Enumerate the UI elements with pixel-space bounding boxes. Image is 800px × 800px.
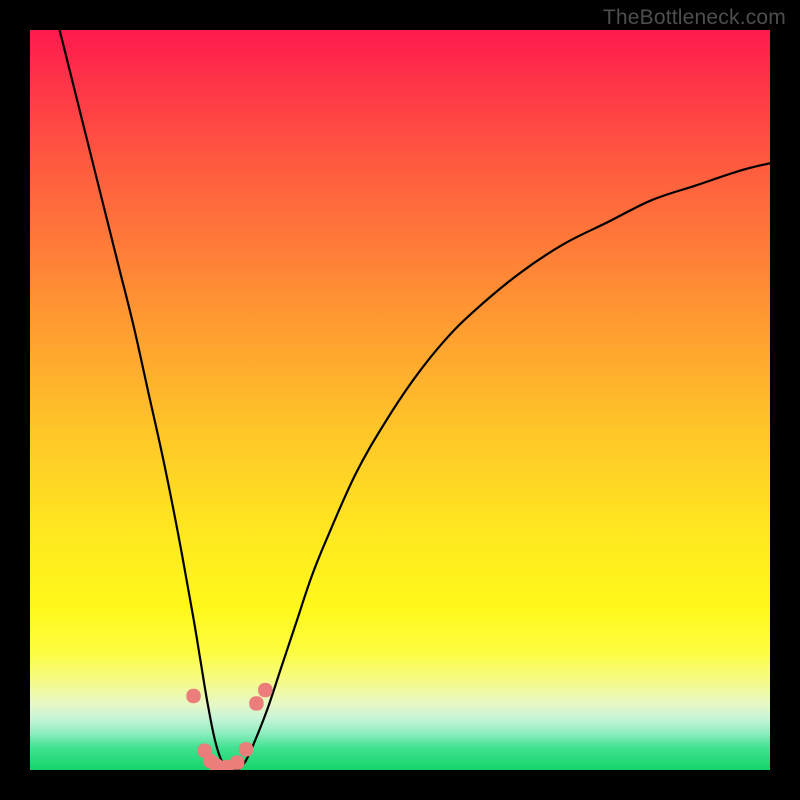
watermark-text: TheBottleneck.com <box>603 6 786 30</box>
chart-frame: TheBottleneck.com <box>0 0 800 800</box>
chart-background-gradient <box>30 30 770 770</box>
